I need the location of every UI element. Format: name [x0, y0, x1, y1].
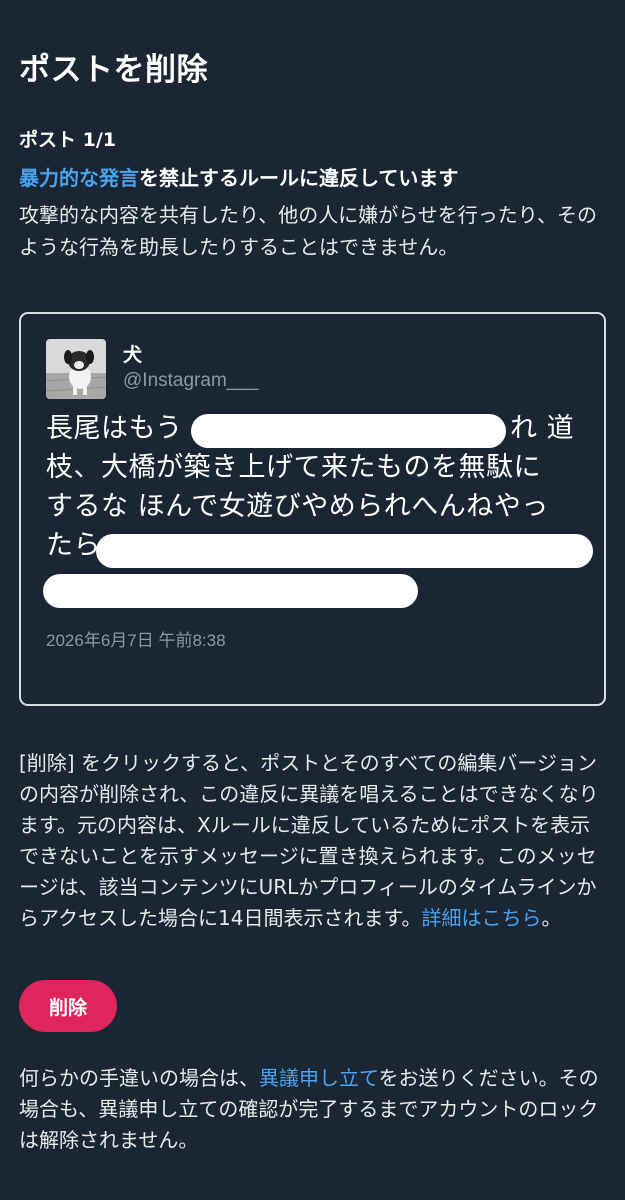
redaction-mark-3 [43, 574, 418, 608]
rule-text: を禁止するルールに違反しています [139, 166, 459, 190]
redaction-mark-2 [96, 534, 593, 568]
tweet-line-1-end: れ 道 [510, 413, 575, 444]
post-count: ポスト 1/1 [19, 129, 116, 151]
delete-explanation: [削除] をクリックすると、ポストとそのすべての編集バージョンの内容が削除され、… [19, 751, 599, 930]
learn-more-link[interactable]: 詳細はこちら [421, 906, 541, 930]
rule-description: 攻撃的な内容を共有したり、他の人に嫌がらせを行ったり、そのような行為を助長したり… [19, 203, 597, 259]
rule-link[interactable]: 暴力的な発言 [19, 166, 139, 190]
tweet-line-2: 枝、大橋が築き上げて来たものを無駄に [46, 452, 541, 483]
page-title: ポストを削除 [19, 52, 208, 88]
post-card: 犬 @Instagram___ 長尾はもう れ 道 枝、大橋が築き上げて来たもの… [19, 312, 606, 706]
delete-button[interactable]: 削除 [19, 980, 117, 1032]
tweet-line-3: するな ほんで女遊びやめられへんねやっ [46, 491, 549, 522]
delete-post-page: ポストを削除 ポスト 1/1 暴力的な発言を禁止するルールに違反しています 攻撃… [0, 0, 625, 1200]
rule-violation-line: 暴力的な発言を禁止するルールに違反しています [19, 162, 458, 191]
dog-avatar-icon [46, 339, 106, 399]
redaction-mark-1 [191, 414, 506, 448]
post-timestamp: 2026年6月7日 午前8:38 [46, 631, 226, 650]
user-handle: @Instagram___ [123, 370, 259, 391]
display-name: 犬 [123, 344, 143, 366]
appeal-notice: 何らかの手違いの場合は、異議申し立てをお送りください。その場合も、異議申し立ての… [19, 1066, 599, 1152]
appeal-link[interactable]: 異議申し立て [259, 1066, 379, 1090]
